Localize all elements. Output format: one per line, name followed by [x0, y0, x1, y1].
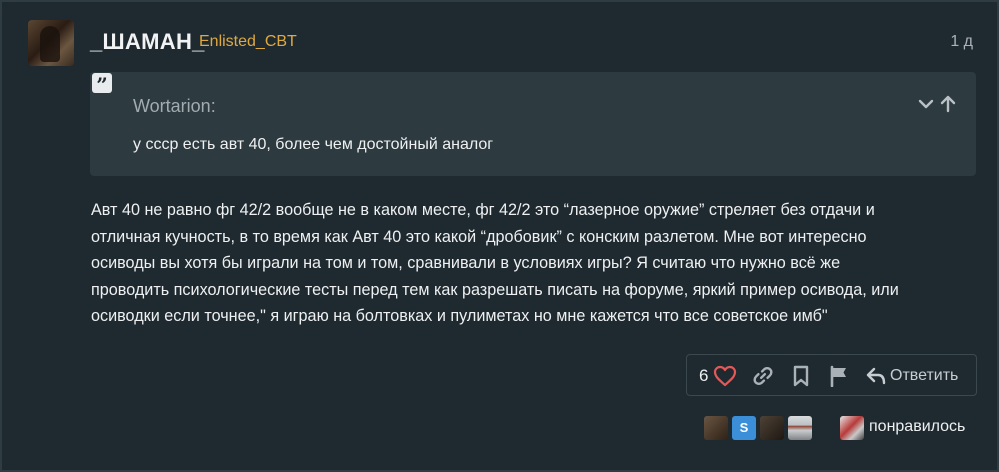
- forum-post: _ШАМАН_ Enlisted_CBT 1 д Wortarion: у сс…: [0, 0, 999, 472]
- reply-label: Ответить: [890, 367, 959, 384]
- avatar[interactable]: [28, 20, 74, 66]
- heart-icon[interactable]: [713, 365, 737, 387]
- like-count[interactable]: 6: [699, 365, 708, 387]
- expand-quote-icon[interactable]: [916, 94, 936, 114]
- post-body-line: отличная кучность, в то время как Авт 40…: [91, 227, 867, 246]
- reply-arrow-icon: [866, 367, 886, 385]
- user-group-badge[interactable]: Enlisted_CBT: [199, 33, 297, 51]
- post-body-line: Авт 40 не равно фг 42/2 вообще не в како…: [91, 201, 875, 219]
- post-body-line: осиводки если точнее," я играю на болтов…: [91, 307, 828, 325]
- post-date[interactable]: 1 д: [950, 33, 973, 51]
- post-body-line: проводить психологические тесты перед те…: [91, 280, 899, 299]
- bookmark-icon[interactable]: [791, 365, 811, 387]
- liker-avatar[interactable]: [840, 416, 864, 440]
- username[interactable]: _ШАМАН_: [90, 29, 205, 55]
- liker-avatar[interactable]: [760, 416, 784, 440]
- quote-author[interactable]: Wortarion:: [133, 96, 216, 117]
- go-to-quoted-post-icon[interactable]: [938, 94, 958, 114]
- avatar-figure: [40, 26, 60, 62]
- liked-label: понравилось: [869, 418, 966, 435]
- liker-avatar[interactable]: [704, 416, 728, 440]
- flag-icon[interactable]: [828, 365, 850, 387]
- liked-by: S понравилось: [704, 416, 984, 442]
- post-actions: 6 Ответить: [686, 354, 977, 396]
- quote-text: у ссср есть авт 40, более чем достойный …: [133, 136, 494, 153]
- quote-block: Wortarion: у ссср есть авт 40, более чем…: [90, 72, 976, 176]
- post-body-line: осиводы вы хотя бы играли на том и том, …: [91, 254, 841, 272]
- liker-avatar[interactable]: [788, 416, 812, 440]
- reply-button[interactable]: Ответить: [866, 365, 970, 387]
- liker-avatar[interactable]: S: [732, 416, 756, 440]
- link-icon[interactable]: [751, 365, 775, 387]
- quote-icon: ”: [92, 73, 112, 97]
- post-body: Авт 40 не равно фг 42/2 вообще не в како…: [91, 197, 976, 330]
